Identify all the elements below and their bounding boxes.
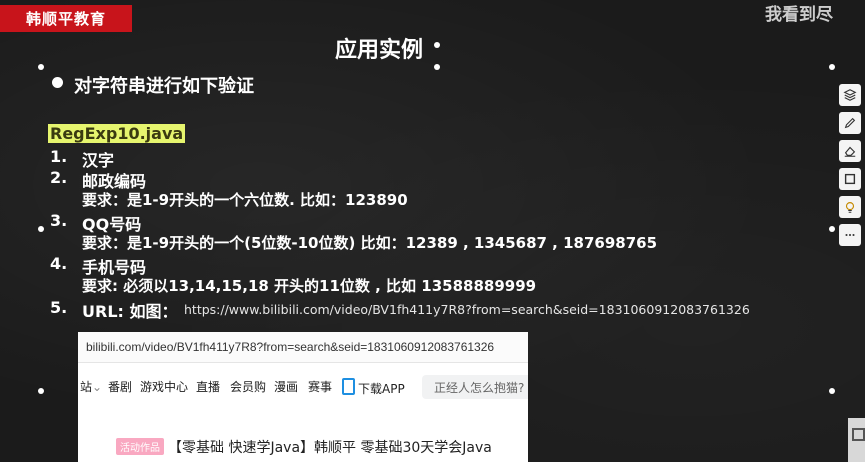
eraser-icon[interactable] xyxy=(839,140,861,162)
nav-item[interactable]: 站⌄ xyxy=(80,378,102,395)
list-item-label: URL: 如图： xyxy=(82,302,178,321)
side-thumbnail xyxy=(848,418,865,462)
slide-heading: 对字符串进行如下验证 xyxy=(74,76,254,97)
bulb-icon[interactable] xyxy=(839,196,861,218)
pen-icon[interactable] xyxy=(839,112,861,134)
list-number: 4. xyxy=(50,254,68,273)
list-item-requirement: 要求: 必须以13,14,15,18 开头的11位数 , 比如 13588889… xyxy=(82,277,537,295)
browser-screenshot: bilibili.com/video/BV1fh411y7R8?from=sea… xyxy=(78,332,528,462)
nav-item[interactable]: 漫画 xyxy=(274,378,298,395)
search-input[interactable]: 正经人怎么抱猫? xyxy=(422,375,528,399)
selection-handle[interactable] xyxy=(829,64,835,70)
file-name: RegExp10.java xyxy=(48,124,186,143)
selection-handle[interactable] xyxy=(434,64,440,70)
nav-item-download[interactable]: 下载APP xyxy=(342,378,405,397)
file-base: RegExp10 xyxy=(50,124,140,143)
list-number: 2. xyxy=(50,168,68,187)
selection-handle[interactable] xyxy=(38,388,44,394)
address-text: bilibili.com/video/BV1fh411y7R8?from=sea… xyxy=(86,340,495,354)
nav-item[interactable]: 游戏中心 xyxy=(140,378,188,395)
promo-tag: 活动作品 xyxy=(116,438,164,455)
frame-icon xyxy=(852,428,865,441)
right-toolbar xyxy=(839,84,863,252)
list-item-requirement: 要求：是1-9开头的一个六位数. 比如：123890 xyxy=(82,191,408,209)
watermark-text: 我看到尽 xyxy=(765,5,833,25)
file-ext: .java xyxy=(139,124,184,143)
nav-item[interactable]: 会员购 xyxy=(230,378,266,395)
selection-handle[interactable] xyxy=(434,42,440,48)
nav-item[interactable]: 直播 xyxy=(196,378,220,395)
more-icon[interactable] xyxy=(839,224,861,246)
url-example: https://www.bilibili.com/video/BV1fh411y… xyxy=(184,302,750,317)
chevron-down-icon: ⌄ xyxy=(92,380,103,394)
promo-title: 【零基础 快速学Java】韩顺平 零基础30天学会Java xyxy=(168,439,492,456)
selection-handle[interactable] xyxy=(38,64,44,70)
list-item-requirement: 要求：是1-9开头的一个(5位数-10位数) 比如：12389 , 134568… xyxy=(82,234,658,252)
layers-icon[interactable] xyxy=(839,84,861,106)
selection-handle[interactable] xyxy=(829,226,835,232)
list-number: 1. xyxy=(50,147,68,166)
site-nav: 站⌄ 番剧 游戏中心 直播 会员购 漫画 赛事 下载APP 正经人怎么抱猫? xyxy=(78,372,528,400)
address-bar: bilibili.com/video/BV1fh411y7R8?from=sea… xyxy=(78,332,528,363)
video-title: 活动作品 【零基础 快速学Java】韩顺平 零基础30天学会Java xyxy=(116,436,492,457)
slide-title: 应用实例 xyxy=(335,38,424,63)
frame-icon[interactable] xyxy=(839,168,861,190)
nav-item[interactable]: 赛事 xyxy=(308,378,332,395)
phone-icon xyxy=(342,378,355,395)
selection-handle[interactable] xyxy=(829,388,835,394)
brand-logo: 韩顺平教育 xyxy=(0,5,132,32)
list-number: 3. xyxy=(50,211,68,230)
bullet-icon xyxy=(52,77,63,88)
nav-item[interactable]: 番剧 xyxy=(108,378,132,395)
selection-handle[interactable] xyxy=(38,226,44,232)
list-number: 5. xyxy=(50,298,68,317)
